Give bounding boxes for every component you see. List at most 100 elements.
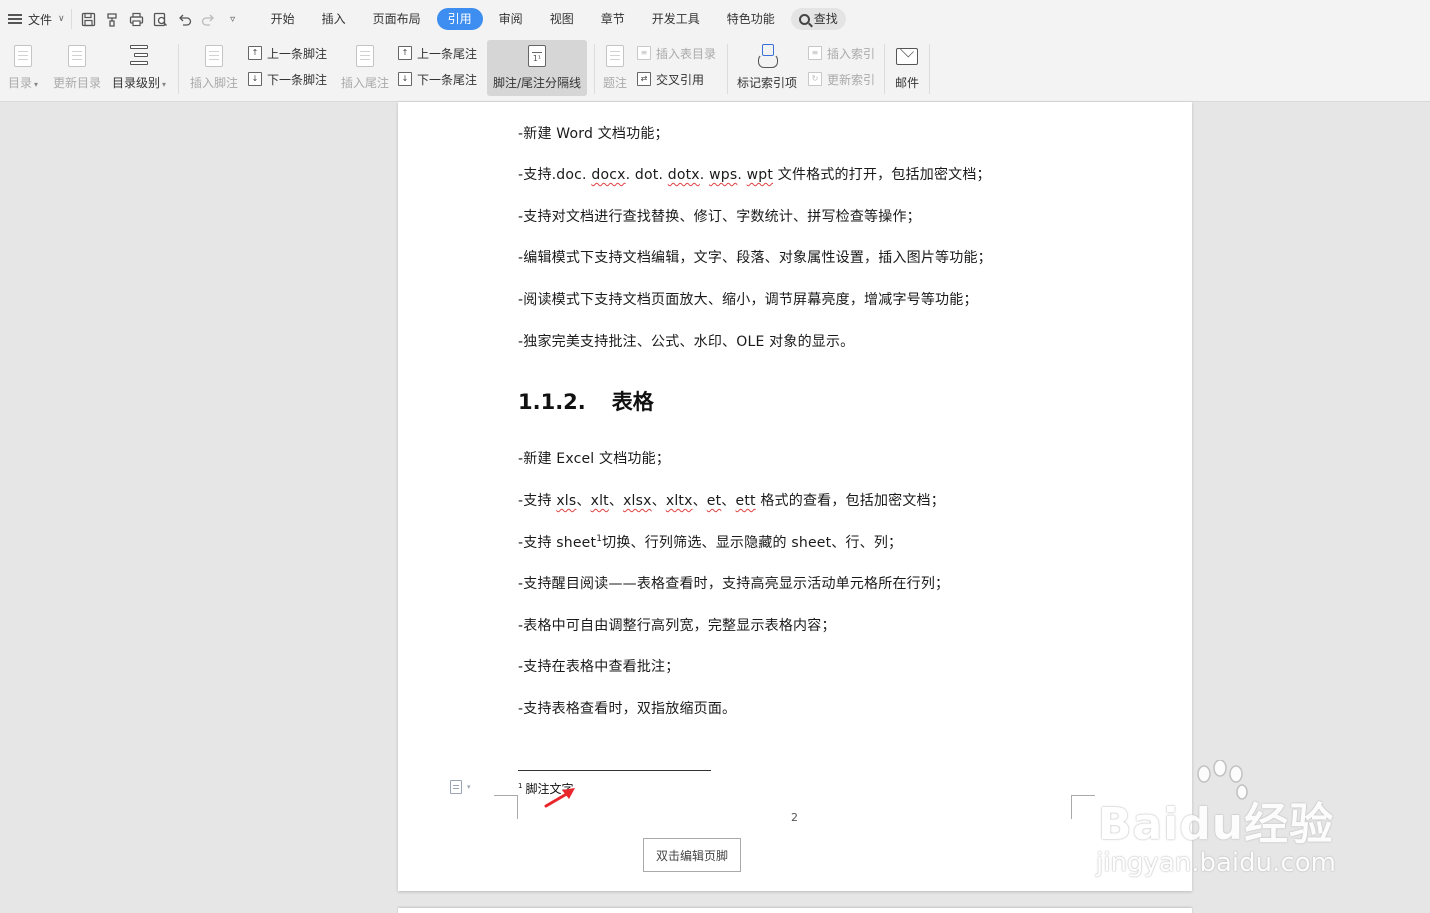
tab-home[interactable]: 开始 — [260, 8, 306, 30]
next-endnote-button[interactable]: ↓ 下一条尾注 — [398, 69, 477, 89]
red-arrow-annotation — [544, 788, 575, 808]
next-footnote-label: 下一条脚注 — [267, 72, 328, 87]
paragraph[interactable]: -独家完美支持批注、公式、水印、OLE 对象的显示。 — [518, 331, 854, 351]
spell-error-word[interactable]: dotx — [668, 167, 700, 183]
redo-icon[interactable] — [200, 10, 218, 28]
update-index-icon: ↻ — [808, 72, 822, 86]
mail-label: 邮件 — [894, 76, 919, 90]
spell-error-word[interactable]: xlt — [591, 493, 609, 509]
text-run: . dot. — [625, 167, 668, 183]
toc-label: 目录 — [7, 76, 32, 90]
mail-button[interactable]: 邮件 — [890, 40, 924, 96]
edit-footer-button[interactable]: 双击编辑页脚 — [643, 838, 741, 872]
save-icon[interactable] — [80, 10, 98, 28]
tab-developer[interactable]: 开发工具 — [641, 8, 711, 30]
next-page-edge — [398, 908, 1192, 913]
toc-level-icon — [128, 44, 150, 68]
toc-button[interactable]: 目录 ▾ — [4, 40, 42, 96]
search-tab[interactable]: 查找 — [790, 8, 846, 30]
paragraph[interactable]: -支持在表格中查看批注； — [518, 656, 679, 676]
insert-footnote-button[interactable]: 插入脚注 — [186, 40, 242, 96]
text-run: -支持 sheet — [518, 535, 597, 551]
watermark-url: jingyan.baidu.com — [1096, 848, 1336, 878]
tab-insert[interactable]: 插入 — [311, 8, 357, 30]
footnote-separator-button[interactable]: 1¹ 脚注/尾注分隔线 — [487, 40, 587, 96]
text-run: 格式的查看，包括加密文档； — [755, 493, 945, 509]
next-endnote-label: 下一条尾注 — [417, 72, 478, 87]
footnote-separator-label: 脚注/尾注分隔线 — [492, 76, 582, 90]
text-run: 、 — [692, 493, 707, 509]
insert-endnote-label: 插入尾注 — [340, 76, 389, 90]
chevron-down-icon: ∨ — [58, 14, 65, 24]
spell-error-word[interactable]: xlsx — [623, 493, 652, 509]
tab-references[interactable]: 引用 — [436, 8, 483, 30]
print-icon[interactable] — [128, 10, 146, 28]
paragraph[interactable]: -表格中可自由调整行高列宽，完整显示表格内容； — [518, 615, 836, 635]
mark-index-icon — [756, 44, 778, 68]
paragraph[interactable]: -支持对文档进行查找替换、修订、字数统计、拼写检查等操作； — [518, 206, 921, 226]
next-footnote-button[interactable]: ↓ 下一条脚注 — [248, 69, 327, 89]
baidu-jingyan-watermark: Baidu经验 jingyan.baidu.com — [1080, 760, 1370, 890]
paragraph[interactable]: -支持表格查看时，双指放缩页面。 — [518, 698, 736, 718]
format-painter-icon[interactable] — [104, 10, 122, 28]
insert-index-button[interactable]: ≡ 插入索引 — [808, 43, 875, 63]
spell-error-word[interactable]: docx — [591, 167, 625, 183]
text-run: -支持 — [518, 493, 557, 509]
prev-footnote-icon: ↑ — [248, 46, 262, 60]
insert-index-label: 插入索引 — [827, 46, 876, 61]
tab-sections[interactable]: 章节 — [590, 8, 636, 30]
insert-endnote-icon — [356, 45, 374, 67]
file-menu[interactable]: 文件 ∨ — [0, 7, 71, 31]
section-heading[interactable]: 1.1.2. 表格 — [518, 386, 654, 416]
spell-error-word[interactable]: ett — [736, 493, 756, 509]
document-page[interactable]: -新建 Word 文档功能； -支持.doc. docx. dot. dotx.… — [398, 102, 1192, 891]
ribbon-separator — [594, 44, 595, 94]
toc-level-button[interactable]: 目录级别 ▾ — [108, 40, 170, 96]
insert-table-of-figures-button[interactable]: ≡ 插入表目录 — [637, 43, 716, 63]
spell-error-word[interactable]: xltx — [666, 493, 693, 509]
spell-error-word[interactable]: et — [707, 493, 722, 509]
text-run: 文件格式的打开，包括加密文档； — [773, 167, 991, 183]
paragraph-sheet[interactable]: -支持 sheet1切换、行列筛选、显示隐藏的 sheet、行、列； — [518, 532, 902, 552]
tab-special-features[interactable]: 特色功能 — [716, 8, 786, 30]
prev-endnote-icon: ↑ — [398, 46, 412, 60]
paragraph[interactable]: -新建 Excel 文档功能； — [518, 448, 670, 468]
paragraph[interactable]: -编辑模式下支持文档编辑，文字、段落、对象属性设置，插入图片等功能； — [518, 247, 992, 267]
paragraph-formats[interactable]: -支持.doc. docx. dot. dotx. wps. wpt 文件格式的… — [518, 164, 991, 184]
paragraph-xls-formats[interactable]: -支持 xls、xlt、xlsx、xltx、et、ett 格式的查看，包括加密文… — [518, 490, 945, 510]
paragraph[interactable]: -支持醒目阅读——表格查看时，支持高亮显示活动单元格所在行列； — [518, 573, 949, 593]
insert-endnote-button[interactable]: 插入尾注 — [338, 40, 392, 96]
footnote-separator-line — [518, 770, 711, 771]
spell-error-word[interactable]: xls — [556, 493, 576, 509]
spell-error-word[interactable]: wps — [709, 167, 737, 183]
mark-index-button[interactable]: 标记索引项 — [734, 40, 800, 96]
caption-button[interactable]: 题注 — [600, 40, 630, 96]
table-of-figures-icon: ≡ — [637, 46, 651, 60]
footnote-options[interactable]: ▾ — [450, 780, 471, 794]
paragraph[interactable]: -阅读模式下支持文档页面放大、缩小，调节屏幕亮度，增减字号等功能； — [518, 289, 978, 309]
tab-view[interactable]: 视图 — [539, 8, 585, 30]
menu-icon — [8, 14, 22, 24]
ribbon-separator — [178, 44, 179, 94]
prev-endnote-button[interactable]: ↑ 上一条尾注 — [398, 43, 477, 63]
cross-reference-button[interactable]: ⇄ 交叉引用 — [637, 69, 704, 89]
toc-icon — [14, 45, 32, 67]
update-index-button[interactable]: ↻ 更新索引 — [808, 69, 875, 89]
insert-footnote-icon — [205, 45, 223, 67]
update-toc-button[interactable]: 更新目录 — [50, 40, 104, 96]
tab-review[interactable]: 审阅 — [488, 8, 534, 30]
print-preview-icon[interactable] — [152, 10, 170, 28]
search-icon — [798, 13, 810, 25]
spell-error-word[interactable]: wpt — [747, 167, 773, 183]
undo-icon[interactable] — [176, 10, 194, 28]
cross-reference-icon: ⇄ — [637, 72, 651, 86]
paragraph[interactable]: -新建 Word 文档功能； — [518, 123, 669, 143]
update-index-label: 更新索引 — [827, 72, 876, 87]
next-endnote-icon: ↓ — [398, 72, 412, 86]
cross-reference-label: 交叉引用 — [656, 72, 705, 87]
customize-icon[interactable]: ▿ — [224, 10, 242, 28]
mail-icon — [896, 47, 918, 65]
tab-page-layout[interactable]: 页面布局 — [362, 8, 432, 30]
ribbon-separator — [929, 44, 930, 94]
prev-footnote-button[interactable]: ↑ 上一条脚注 — [248, 43, 327, 63]
